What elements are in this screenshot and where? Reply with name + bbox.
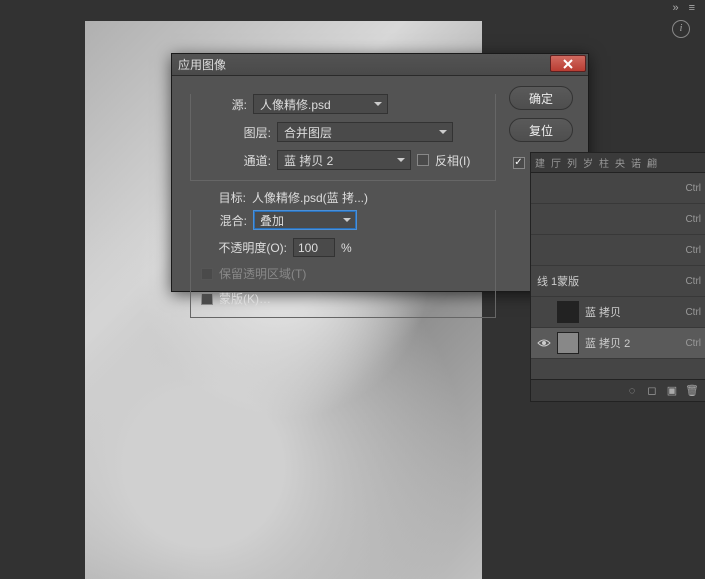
reset-button[interactable]: 复位 <box>509 118 573 142</box>
item-label: 蓝 拷贝 <box>585 304 621 320</box>
thumbnail <box>557 301 579 323</box>
preserve-trans-label: 保留透明区域(T) <box>219 265 306 282</box>
list-item[interactable]: 蓝 拷贝 Ctrl <box>531 297 705 328</box>
menu-icon[interactable]: ≡ <box>689 2 695 14</box>
panel-footer: ◌ ◻ ▣ 🗑 <box>531 379 705 401</box>
channel-label: 通道: <box>201 152 271 169</box>
blending-label: 混合: <box>201 212 247 229</box>
save-selection-icon[interactable]: ◻ <box>645 384 659 398</box>
item-label: 蓝 拷贝 2 <box>585 335 630 351</box>
list-item[interactable]: 线 1蒙版 Ctrl <box>531 266 705 297</box>
opacity-label: 不透明度(O): <box>201 239 287 256</box>
channel-select[interactable]: 蓝 拷贝 2 <box>277 150 411 170</box>
new-channel-icon[interactable]: ▣ <box>665 384 679 398</box>
mask-label: 蒙版(K)… <box>219 290 271 307</box>
layer-label: 图层: <box>201 124 271 141</box>
toolbar-top: » ≡ <box>672 2 695 14</box>
opacity-suffix: % <box>341 241 352 255</box>
load-selection-icon[interactable]: ◌ <box>625 384 639 398</box>
collapse-icon[interactable]: » <box>672 2 678 14</box>
list-item[interactable]: Ctrl <box>531 204 705 235</box>
source-label: 源: <box>201 96 247 113</box>
close-button[interactable] <box>550 55 586 72</box>
list-item[interactable]: 蓝 拷贝 2 Ctrl <box>531 328 705 359</box>
delete-icon[interactable]: 🗑 <box>685 384 699 398</box>
dialog-titlebar[interactable]: 应用图像 <box>172 54 588 76</box>
blending-select[interactable]: 叠加 <box>253 210 357 230</box>
source-select[interactable]: 人像精修.psd <box>253 94 388 114</box>
list-item[interactable]: Ctrl <box>531 235 705 266</box>
dialog-title: 应用图像 <box>178 56 582 73</box>
target-label: 目标: <box>200 189 246 206</box>
info-icon[interactable]: i <box>672 20 690 38</box>
preserve-trans-checkbox <box>201 268 213 280</box>
invert-label: 反相(I) <box>435 152 470 169</box>
target-value: 人像精修.psd(蓝 拷...) <box>252 189 368 206</box>
opacity-input[interactable]: 100 <box>293 238 335 257</box>
apply-image-dialog: 应用图像 源: 人像精修.psd 图层: 合并图层 通道: 蓝 拷贝 2 反相 <box>171 53 589 292</box>
mask-checkbox[interactable] <box>201 293 213 305</box>
layer-select[interactable]: 合并图层 <box>277 122 453 142</box>
visibility-off-icon[interactable] <box>537 305 551 319</box>
item-label: 线 1蒙版 <box>537 273 579 289</box>
list-item[interactable]: Ctrl <box>531 173 705 204</box>
preview-checkbox[interactable] <box>513 157 525 169</box>
panel-tabs[interactable]: 建 厅 列 岁 柱 央 诺 翩 <box>531 153 705 173</box>
visibility-icon[interactable] <box>537 336 551 350</box>
channel-list: Ctrl Ctrl Ctrl 线 1蒙版 Ctrl 蓝 拷贝 Ctrl 蓝 拷贝… <box>531 173 705 359</box>
channels-panel: 建 厅 列 岁 柱 央 诺 翩 Ctrl Ctrl Ctrl 线 1蒙版 Ctr… <box>530 152 705 402</box>
invert-checkbox[interactable] <box>417 154 429 166</box>
thumbnail <box>557 332 579 354</box>
ok-button[interactable]: 确定 <box>509 86 573 110</box>
